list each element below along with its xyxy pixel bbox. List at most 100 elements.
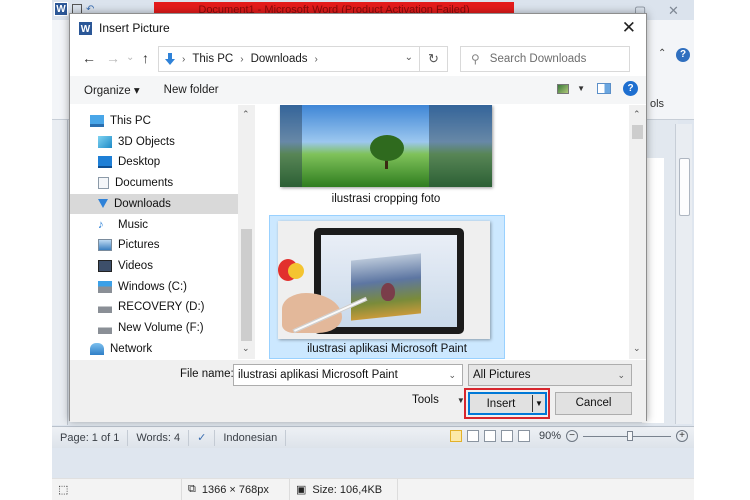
- full-screen-reading-icon[interactable]: [466, 430, 479, 442]
- disk-icon: ▣: [296, 484, 307, 496]
- up-button[interactable]: ↑: [142, 50, 149, 66]
- sidebar-item-music[interactable]: ♪ Music: [70, 215, 238, 235]
- organize-button[interactable]: Organize ▾: [84, 83, 140, 97]
- zoom-slider[interactable]: [583, 430, 671, 441]
- back-button[interactable]: ←: [82, 50, 96, 66]
- print-layout-icon[interactable]: [449, 430, 462, 442]
- crumb-separator[interactable]: ›: [240, 54, 243, 65]
- word-count[interactable]: Words: 4: [128, 429, 190, 446]
- draft-icon[interactable]: [517, 430, 530, 442]
- language[interactable]: Indonesian: [215, 429, 287, 446]
- file-item-selected[interactable]: ilustrasi aplikasi Microsoft Paint: [269, 215, 505, 359]
- file-name-input[interactable]: ilustrasi aplikasi Microsoft Paint ⌄: [233, 364, 463, 386]
- desktop-icon: [98, 156, 112, 169]
- cancel-button[interactable]: Cancel: [555, 392, 632, 415]
- word-status-bar: Page: 1 of 1 Words: 4 ✓ Indonesian 90% −…: [52, 426, 694, 448]
- preview-pane-icon[interactable]: [597, 83, 611, 94]
- file-type-select[interactable]: All Pictures ⌄: [468, 364, 632, 386]
- file-scroll-thumb[interactable]: [632, 125, 643, 139]
- insert-label: Insert: [486, 397, 516, 410]
- balloon: [381, 283, 395, 301]
- web-layout-icon[interactable]: [483, 430, 496, 442]
- sidebar-item-label: New Volume (F:): [118, 322, 204, 334]
- toolbar-right: ▼ ?: [557, 81, 638, 96]
- image-size: Size: 106,4KB: [312, 483, 383, 496]
- close-icon[interactable]: ✕: [622, 18, 636, 38]
- zoom-level[interactable]: 90%: [539, 430, 561, 442]
- sidebar-item-documents[interactable]: Documents: [70, 173, 238, 193]
- drive-icon: [98, 322, 112, 334]
- sidebar-item-label: Music: [118, 218, 149, 231]
- refresh-button[interactable]: ↻: [419, 47, 447, 71]
- sidebar-item-pictures[interactable]: Pictures: [70, 235, 238, 255]
- tools-button[interactable]: Tools ▼: [412, 394, 465, 406]
- sidebar-item-3d-objects[interactable]: 3D Objects: [70, 132, 238, 152]
- sidebar-item-videos[interactable]: Videos: [70, 256, 238, 276]
- computer-icon: [90, 115, 104, 127]
- zoom-in-button[interactable]: +: [676, 430, 688, 442]
- sidebar-item-desktop[interactable]: Desktop: [70, 152, 238, 172]
- proofing-icon[interactable]: ✓: [197, 430, 206, 446]
- image-viewer-status-bar: ⬚ ⧉ 1366 × 768px ▣ Size: 106,4KB: [52, 478, 694, 500]
- crumb-separator[interactable]: ›: [315, 54, 318, 65]
- file-list-scrollbar[interactable]: ⌃ ⌄: [629, 105, 646, 359]
- sidebar-item-network[interactable]: Network: [70, 339, 238, 359]
- forward-button[interactable]: →: [106, 50, 120, 66]
- zoom-slider-handle[interactable]: [627, 430, 633, 441]
- file-name-field-label: File name:: [180, 368, 234, 380]
- ribbon-collapse-icon[interactable]: ⌃: [658, 48, 666, 59]
- word-vertical-scrollbar[interactable]: [675, 124, 692, 424]
- address-bar[interactable]: › This PC › Downloads › ⌄ ↻: [158, 46, 448, 72]
- sidebar-item-recovery-d[interactable]: RECOVERY (D:): [70, 297, 238, 317]
- sidebar-item-label: Pictures: [118, 239, 160, 252]
- page-count[interactable]: Page: 1 of 1: [52, 429, 129, 446]
- address-dropdown-icon[interactable]: ⌄: [405, 52, 413, 63]
- insert-picture-dialog: W Insert Picture ✕ ← → ⌄ ↑ › This PC › D…: [69, 13, 647, 422]
- thumbnail-cropping-foto[interactable]: [280, 105, 492, 187]
- music-icon: ♪: [98, 218, 104, 231]
- sidebar-item-new-volume-f[interactable]: New Volume (F:): [70, 318, 238, 338]
- file-type-value: All Pictures: [473, 369, 531, 381]
- file-name-label[interactable]: ilustrasi cropping foto: [257, 193, 515, 205]
- word-logo-icon: W: [54, 2, 68, 16]
- thumbnail-microsoft-paint[interactable]: [278, 221, 490, 339]
- crumb-separator: ›: [182, 53, 186, 65]
- crop-overlay-right: [429, 105, 492, 187]
- sidebar-item-label: This PC: [110, 115, 151, 127]
- word-scroll-thumb[interactable]: [679, 158, 690, 216]
- downloads-icon: [98, 199, 108, 209]
- navigation-pane-scrollbar[interactable]: ⌃ ⌄: [238, 105, 255, 359]
- chevron-down-icon[interactable]: ⌄: [448, 365, 456, 385]
- chevron-down-icon[interactable]: ⌄: [617, 365, 625, 385]
- new-folder-button[interactable]: New folder: [164, 84, 219, 96]
- change-view-button[interactable]: ▼: [557, 83, 585, 94]
- network-icon: [90, 342, 104, 355]
- word-close-icon[interactable]: ✕: [668, 3, 679, 19]
- scroll-up-icon[interactable]: ⌃: [633, 109, 641, 120]
- file-name-label[interactable]: ilustrasi aplikasi Microsoft Paint: [270, 343, 504, 355]
- breadcrumb-downloads[interactable]: Downloads: [251, 53, 308, 65]
- vertical-ruler: [52, 120, 68, 425]
- scroll-down-icon[interactable]: ⌄: [633, 343, 641, 354]
- breadcrumb-this-pc[interactable]: This PC: [192, 53, 233, 65]
- selection-icon: ⬚: [58, 484, 69, 496]
- sidebar-item-windows-c[interactable]: Windows (C:): [70, 277, 238, 297]
- outline-icon[interactable]: [500, 430, 513, 442]
- zoom-out-button[interactable]: −: [566, 430, 578, 442]
- scroll-up-icon[interactable]: ⌃: [242, 109, 250, 120]
- help-icon[interactable]: ?: [623, 81, 638, 96]
- size-cell: ▣ Size: 106,4KB: [290, 478, 398, 500]
- sidebar-item-this-pc[interactable]: This PC: [70, 111, 238, 131]
- drive-icon: [98, 301, 112, 314]
- scroll-down-icon[interactable]: ⌄: [242, 343, 250, 354]
- recent-locations-button[interactable]: ⌄: [126, 52, 134, 63]
- navigation-scroll-thumb[interactable]: [241, 229, 252, 341]
- decor-yellow: [288, 263, 304, 279]
- word-help-icon[interactable]: ?: [676, 48, 690, 62]
- insert-button[interactable]: Insert ▼: [468, 392, 547, 415]
- insert-options-dropdown[interactable]: ▼: [532, 395, 545, 412]
- tree: [370, 135, 404, 161]
- sidebar-item-label: Network: [110, 342, 153, 355]
- sidebar-item-downloads[interactable]: Downloads: [70, 193, 238, 214]
- search-input[interactable]: ⚲ Search Downloads: [460, 46, 630, 72]
